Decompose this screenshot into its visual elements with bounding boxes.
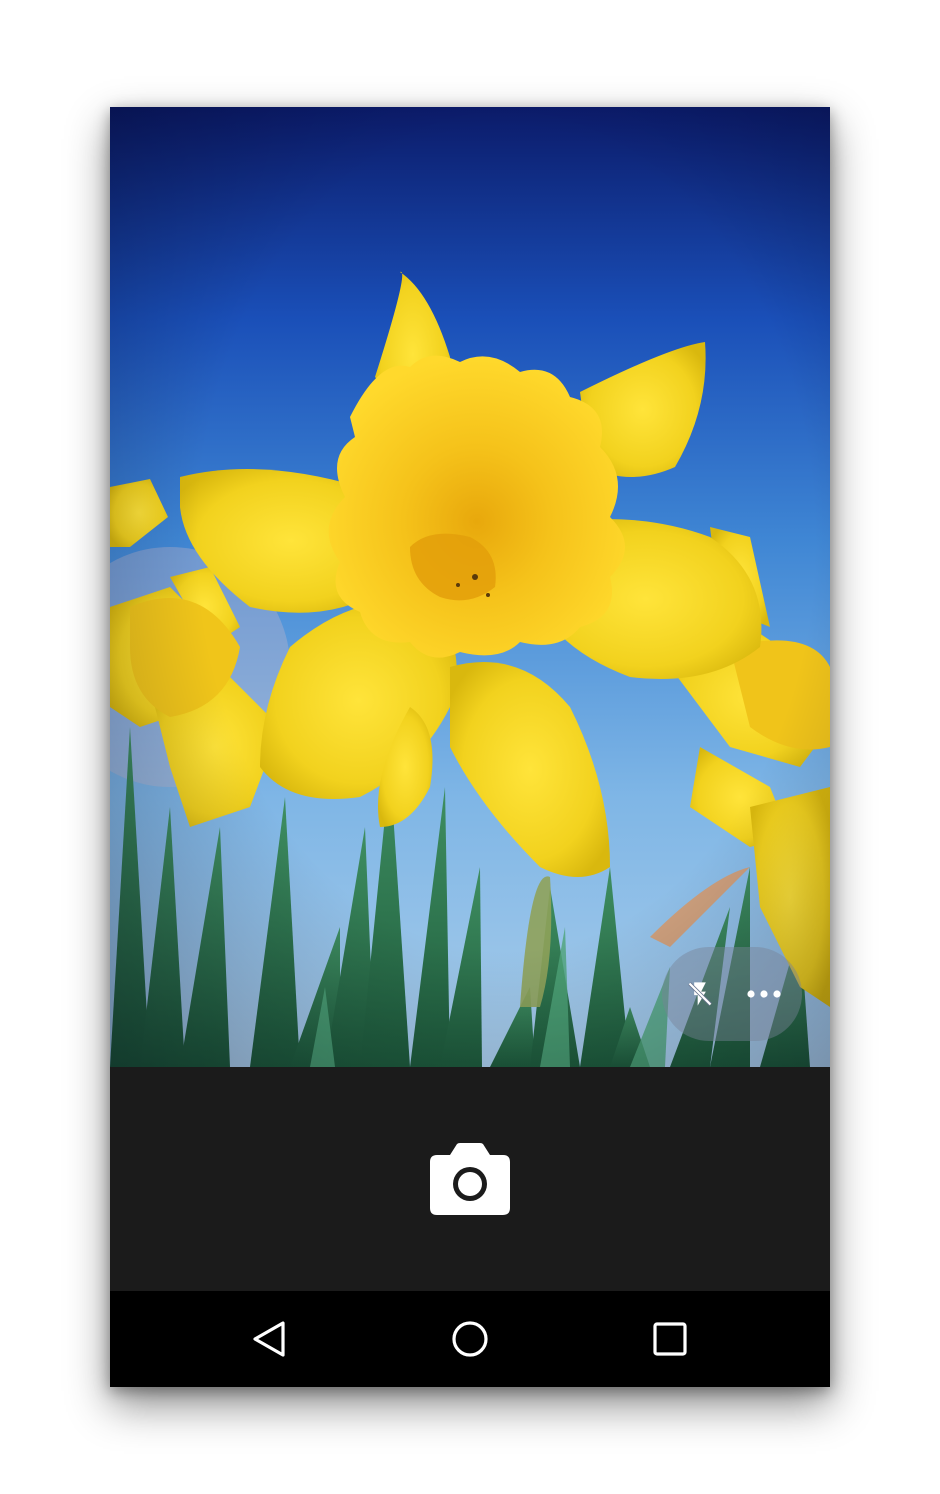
camera-icon bbox=[430, 1143, 510, 1215]
daffodil-preview-image bbox=[110, 271, 830, 1067]
back-button[interactable] bbox=[240, 1309, 300, 1369]
home-circle-icon bbox=[452, 1321, 488, 1357]
system-navigation-bar bbox=[110, 1291, 830, 1387]
back-triangle-icon bbox=[253, 1321, 285, 1357]
quick-settings-pill bbox=[662, 947, 802, 1041]
camera-controls-bar bbox=[110, 1067, 830, 1291]
recents-square-icon bbox=[653, 1322, 687, 1356]
more-horizontal-icon bbox=[747, 990, 781, 998]
shutter-button[interactable] bbox=[420, 1129, 520, 1229]
phone-screen bbox=[110, 107, 830, 1387]
recents-button[interactable] bbox=[640, 1309, 700, 1369]
home-button[interactable] bbox=[440, 1309, 500, 1369]
more-options-button[interactable] bbox=[744, 974, 784, 1014]
flash-off-icon bbox=[688, 982, 712, 1006]
flash-toggle-button[interactable] bbox=[680, 974, 720, 1014]
camera-viewfinder[interactable] bbox=[110, 107, 830, 1067]
